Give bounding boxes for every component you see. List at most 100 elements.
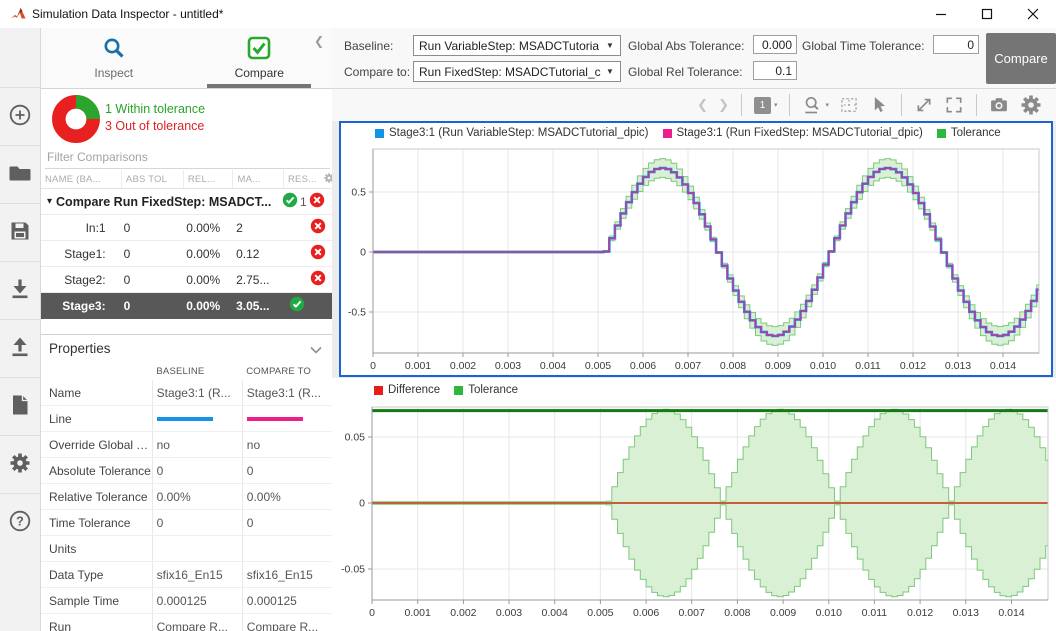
chart-region: Baseline: Run VariableStep: MSADCTutoria… xyxy=(332,28,1056,631)
signal-name: In:1 xyxy=(41,221,120,235)
svg-text:0.002: 0.002 xyxy=(450,607,476,619)
signal-row-stage2[interactable]: Stage2:00.00%2.75... xyxy=(41,267,332,293)
svg-text:0.009: 0.009 xyxy=(770,607,796,619)
column-header-4[interactable]: RES... xyxy=(284,170,332,188)
svg-text:0.009: 0.009 xyxy=(765,360,791,371)
add-button[interactable] xyxy=(0,87,40,145)
properties-title: Properties xyxy=(49,341,111,356)
report-icon xyxy=(8,393,32,420)
compare-value: 0.000125 xyxy=(242,588,332,613)
signal-name: Stage1: xyxy=(41,247,120,261)
baseline-run-select[interactable]: Run VariableStep: MSADCTutoria▼ xyxy=(413,35,621,56)
group-row-name: Compare Run FixedStep: MSADCT... xyxy=(56,195,271,209)
open-button[interactable] xyxy=(0,145,40,203)
rel-tol-value: 0.00% xyxy=(182,299,232,313)
subplot-layout-button[interactable]: 1▾ xyxy=(754,97,778,114)
svg-text:0.001: 0.001 xyxy=(405,360,431,371)
baseline-label: Baseline: xyxy=(344,39,393,53)
column-header-3[interactable]: MA... xyxy=(233,170,284,188)
svg-text:0: 0 xyxy=(360,247,366,259)
max-diff-value: 2 xyxy=(232,221,283,235)
baseline-value: 0 xyxy=(152,458,242,483)
baseline-value: sfix16_En15 xyxy=(152,562,242,587)
property-row-run: RunCompare R...Compare R... xyxy=(41,614,332,631)
legend-item[interactable]: Stage3:1 (Run VariableStep: MSADCTutoria… xyxy=(375,127,649,139)
camera-snapshot-icon[interactable] xyxy=(989,95,1009,115)
svg-text:0.003: 0.003 xyxy=(495,360,521,371)
legend-swatch xyxy=(663,129,672,138)
column-header-2[interactable]: REL... xyxy=(184,170,234,188)
tab-compare[interactable]: Compare xyxy=(187,28,333,88)
signal-row-in1[interactable]: In:100.00%2 xyxy=(41,215,332,241)
filter-comparisons-input[interactable]: Filter Comparisons xyxy=(45,150,330,169)
create-report-button[interactable] xyxy=(0,377,40,435)
close-icon[interactable] xyxy=(1010,0,1056,28)
global-abs-tolerance-input[interactable]: 0.000 xyxy=(753,35,797,54)
global-time-tolerance-input[interactable]: 0 xyxy=(933,35,979,54)
tolerance-donut-chart xyxy=(51,94,101,147)
svg-text:0.011: 0.011 xyxy=(855,360,881,371)
column-header-0[interactable]: NAME (BA... xyxy=(41,170,122,188)
preferences-button[interactable] xyxy=(0,435,40,493)
svg-text:0: 0 xyxy=(359,498,365,510)
signal-comparison-chart[interactable]: Stage3:1 (Run VariableStep: MSADCTutoria… xyxy=(339,121,1053,377)
legend-item[interactable]: Difference xyxy=(374,384,440,396)
minimize-icon[interactable] xyxy=(918,0,964,28)
svg-text:0.05: 0.05 xyxy=(345,432,366,444)
column-header-1[interactable]: ABS TOL xyxy=(122,170,184,188)
property-row-name: NameStage3:1 (R...Stage3:1 (R... xyxy=(41,380,332,406)
import-button[interactable] xyxy=(0,261,40,319)
collapse-panel-chevron-left-icon[interactable]: ❮ xyxy=(314,34,324,48)
fullscreen-icon[interactable] xyxy=(944,95,964,115)
signal-row-stage3[interactable]: Stage3:00.00%3.05... xyxy=(41,293,332,319)
compare-checkbox-icon xyxy=(247,36,271,63)
comparison-table-header: NAME (BA...ABS TOLREL...MA...RES... xyxy=(41,170,332,189)
signal-row-stage1[interactable]: Stage1:00.00%0.12 xyxy=(41,241,332,267)
properties-collapse-chevron-down-icon[interactable] xyxy=(310,343,322,357)
left-toolbar: ? xyxy=(0,28,41,631)
compare-to-run-select[interactable]: Run FixedStep: MSADCTutorial_c▼ xyxy=(413,61,621,82)
tab-inspect[interactable]: Inspect xyxy=(41,28,187,88)
comparison-table: NAME (BA...ABS TOLREL...MA...RES... ▾ Com… xyxy=(41,170,332,319)
global-rel-tolerance-input[interactable]: 0.1 xyxy=(753,61,797,80)
pointer-icon[interactable] xyxy=(869,95,889,115)
help-icon: ? xyxy=(8,509,32,536)
dropdown-arrow-icon: ▼ xyxy=(606,41,620,50)
svg-text:?: ? xyxy=(16,514,24,528)
property-row-time-tolerance: Time Tolerance00 xyxy=(41,510,332,536)
svg-text:0.008: 0.008 xyxy=(724,607,750,619)
legend-item[interactable]: Tolerance xyxy=(454,384,518,396)
maximize-icon[interactable] xyxy=(964,0,1010,28)
gear-icon xyxy=(8,451,32,478)
zoom-icon[interactable]: ▾ xyxy=(802,95,829,115)
export-button[interactable] xyxy=(0,319,40,377)
compare-line-swatch xyxy=(247,417,303,421)
expand-icon[interactable] xyxy=(914,95,934,115)
expander-triangle-icon[interactable]: ▾ xyxy=(47,196,52,207)
chart-settings-gear-icon[interactable] xyxy=(1019,93,1043,117)
legend-item[interactable]: Stage3:1 (Run FixedStep: MSADCTutorial_d… xyxy=(663,127,923,139)
matlab-logo-icon xyxy=(10,5,27,25)
signal-name: Stage2: xyxy=(41,273,120,287)
baseline-value: 0.000125 xyxy=(152,588,242,613)
help-button[interactable]: ? xyxy=(0,493,40,551)
next-comparison-chevron-right-icon[interactable]: ❯ xyxy=(718,97,729,113)
separator xyxy=(789,94,790,116)
plus-circle-icon xyxy=(8,103,32,130)
difference-chart[interactable]: DifferenceTolerance 00.0010.0020.0030.00… xyxy=(332,378,1056,631)
global-rel-tolerance-label: Global Rel Tolerance: xyxy=(628,65,743,79)
legend-swatch xyxy=(937,129,946,138)
property-row-absolute-tolerance: Absolute Tolerance00 xyxy=(41,458,332,484)
comparison-group-row[interactable]: ▾Compare Run FixedStep: MSADCT...1 xyxy=(41,189,332,215)
legend-item[interactable]: Tolerance xyxy=(937,127,1001,139)
save-button[interactable] xyxy=(0,203,40,261)
svg-text:0.004: 0.004 xyxy=(540,360,566,371)
svg-text:0.005: 0.005 xyxy=(585,360,611,371)
fit-view-icon[interactable] xyxy=(839,95,859,115)
prev-comparison-chevron-left-icon[interactable]: ❮ xyxy=(697,97,708,113)
compare-button[interactable]: Compare xyxy=(986,33,1056,84)
baseline-value xyxy=(152,536,242,561)
svg-text:0.012: 0.012 xyxy=(907,607,933,619)
property-row-line: Line xyxy=(41,406,332,432)
abs-tol-value: 0 xyxy=(120,247,183,261)
